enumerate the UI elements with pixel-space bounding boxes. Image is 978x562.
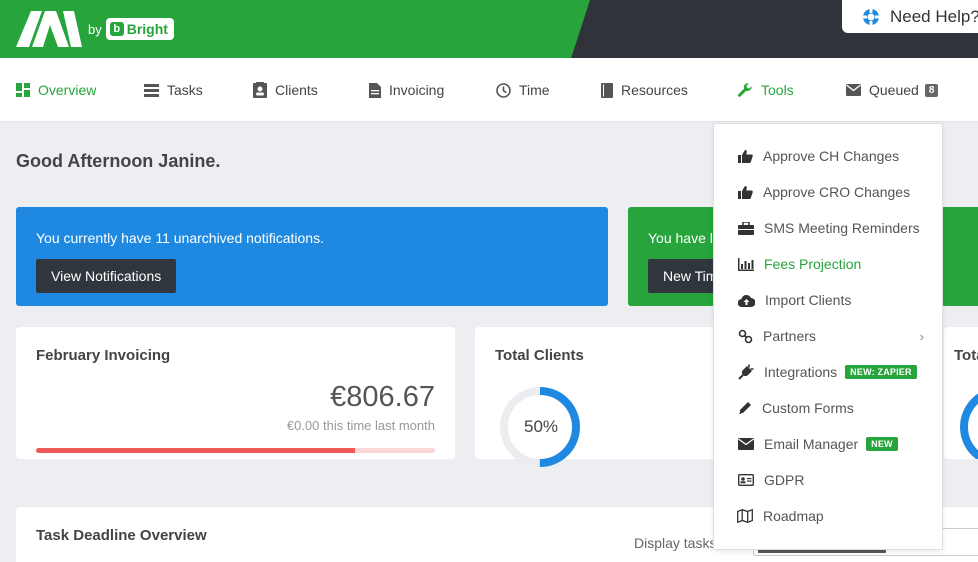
- menu-roadmap-label: Roadmap: [763, 508, 824, 524]
- pencil-icon: [739, 402, 751, 415]
- nav-invoicing[interactable]: Invoicing: [369, 58, 444, 122]
- nav-tasks[interactable]: Tasks: [144, 58, 203, 122]
- donut-percent-label: 50%: [524, 417, 559, 436]
- menu-import-label: Import Clients: [765, 292, 852, 308]
- invoicing-progress-fill: [36, 448, 356, 453]
- menu-approve-ch-changes[interactable]: Approve CH Changes: [714, 138, 942, 174]
- map-icon: [737, 509, 753, 523]
- nav-tasks-label: Tasks: [167, 82, 203, 98]
- third-card-donut: [960, 393, 978, 459]
- nav-resources-label: Resources: [621, 82, 688, 98]
- bright-badge: b Bright: [105, 18, 174, 40]
- invoice-icon: [369, 82, 381, 98]
- nav-time-label: Time: [519, 82, 550, 98]
- thumbs-up-icon: [738, 149, 753, 163]
- logo-by-text: by: [88, 21, 102, 37]
- greeting-heading: Good Afternoon Janine.: [16, 151, 221, 171]
- nav-invoicing-label: Invoicing: [389, 82, 445, 98]
- clock-icon: [496, 82, 511, 98]
- main-nav: Overview Tasks Clients Invoicing Time Re…: [0, 58, 978, 122]
- nav-tools-label: Tools: [761, 82, 794, 98]
- nav-queued-label: Queued: [869, 82, 919, 98]
- invoicing-comparison: €0.00 this time last month: [286, 418, 435, 433]
- nav-overview-label: Overview: [38, 82, 97, 98]
- need-help-label: Need Help?: [890, 6, 978, 26]
- invoicing-amount: €806.67: [330, 381, 435, 413]
- wrench-icon: [738, 83, 752, 97]
- menu-custom-forms-label: Custom Forms: [762, 400, 854, 416]
- nav-time[interactable]: Time: [496, 58, 550, 122]
- menu-integrations[interactable]: Integrations NEW: ZAPIER: [714, 354, 942, 390]
- link-icon: [738, 329, 753, 343]
- thumbs-up-icon: [738, 185, 753, 199]
- display-tasks-label: Display tasks: [634, 535, 717, 551]
- menu-gdpr[interactable]: GDPR: [714, 462, 942, 498]
- dashboard-icon: [16, 83, 30, 97]
- nav-tools[interactable]: Tools: [737, 58, 794, 122]
- nav-clients[interactable]: Clients: [253, 58, 318, 122]
- tasks-icon: [144, 83, 159, 97]
- briefcase-icon: [738, 221, 754, 235]
- menu-approve-cro-label: Approve CRO Changes: [763, 184, 911, 200]
- menu-approve-ch-label: Approve CH Changes: [763, 148, 900, 164]
- menu-sms-label: SMS Meeting Reminders: [764, 220, 920, 236]
- invoicing-card: February Invoicing €806.67 €0.00 this ti…: [16, 327, 455, 459]
- menu-partners[interactable]: Partners ›: [714, 318, 942, 354]
- cloud-upload-icon: [738, 294, 755, 307]
- nav-queued[interactable]: Queued 8: [846, 58, 939, 122]
- nav-clients-label: Clients: [275, 82, 318, 98]
- menu-gdpr-label: GDPR: [764, 472, 805, 488]
- menu-sms-meeting-reminders[interactable]: SMS Meeting Reminders: [714, 210, 942, 246]
- bright-brand-label: Bright: [126, 21, 168, 37]
- lifebuoy-icon: [863, 8, 879, 25]
- total-clients-title: Total Clients: [495, 347, 584, 364]
- plug-icon: [738, 364, 754, 380]
- task-deadline-title: Task Deadline Overview: [36, 527, 207, 544]
- menu-fees-projection[interactable]: Fees Projection: [714, 246, 942, 282]
- envelope-icon: [846, 84, 861, 96]
- nav-resources[interactable]: Resources: [601, 58, 688, 122]
- app-logo[interactable]: by b Bright: [16, 11, 174, 47]
- menu-roadmap[interactable]: Roadmap: [714, 498, 942, 534]
- logo-mark-icon: [16, 11, 82, 47]
- menu-email-manager-label: Email Manager: [764, 436, 859, 452]
- third-card-title: Tota: [954, 347, 978, 364]
- tools-dropdown-menu: Approve CH Changes Approve CRO Changes S…: [713, 123, 943, 550]
- notifications-message: You currently have 11 unarchived notific…: [36, 230, 324, 246]
- menu-email-manager[interactable]: Email Manager NEW: [714, 426, 942, 462]
- new-tag: NEW: [866, 437, 898, 451]
- menu-import-clients[interactable]: Import Clients: [714, 282, 942, 318]
- clients-icon: [253, 82, 267, 98]
- need-help-button[interactable]: Need Help?: [842, 0, 978, 33]
- menu-integrations-label: Integrations: [764, 364, 838, 380]
- notifications-banner: You currently have 11 unarchived notific…: [16, 207, 608, 306]
- bar-chart-icon: [738, 257, 754, 271]
- partners-chevron-right-icon: ›: [919, 328, 924, 344]
- queued-count-badge: 8: [924, 83, 939, 97]
- envelope-icon: [738, 438, 754, 450]
- id-card-icon: [738, 474, 754, 486]
- top-bar: by b Bright: [0, 0, 978, 58]
- menu-partners-label: Partners: [763, 328, 816, 344]
- menu-fees-label: Fees Projection: [764, 256, 862, 272]
- book-icon: [601, 82, 613, 98]
- menu-approve-cro-changes[interactable]: Approve CRO Changes: [714, 174, 942, 210]
- menu-custom-forms[interactable]: Custom Forms: [714, 390, 942, 426]
- nav-overview[interactable]: Overview: [16, 58, 96, 122]
- new-zapier-tag: NEW: ZAPIER: [845, 365, 917, 379]
- invoicing-card-title: February Invoicing: [36, 347, 171, 364]
- invoicing-progress-bar: [36, 448, 435, 453]
- time-banner-message: You have l: [648, 230, 713, 246]
- third-stat-card: Tota: [944, 327, 978, 459]
- view-notifications-button[interactable]: View Notifications: [36, 259, 177, 293]
